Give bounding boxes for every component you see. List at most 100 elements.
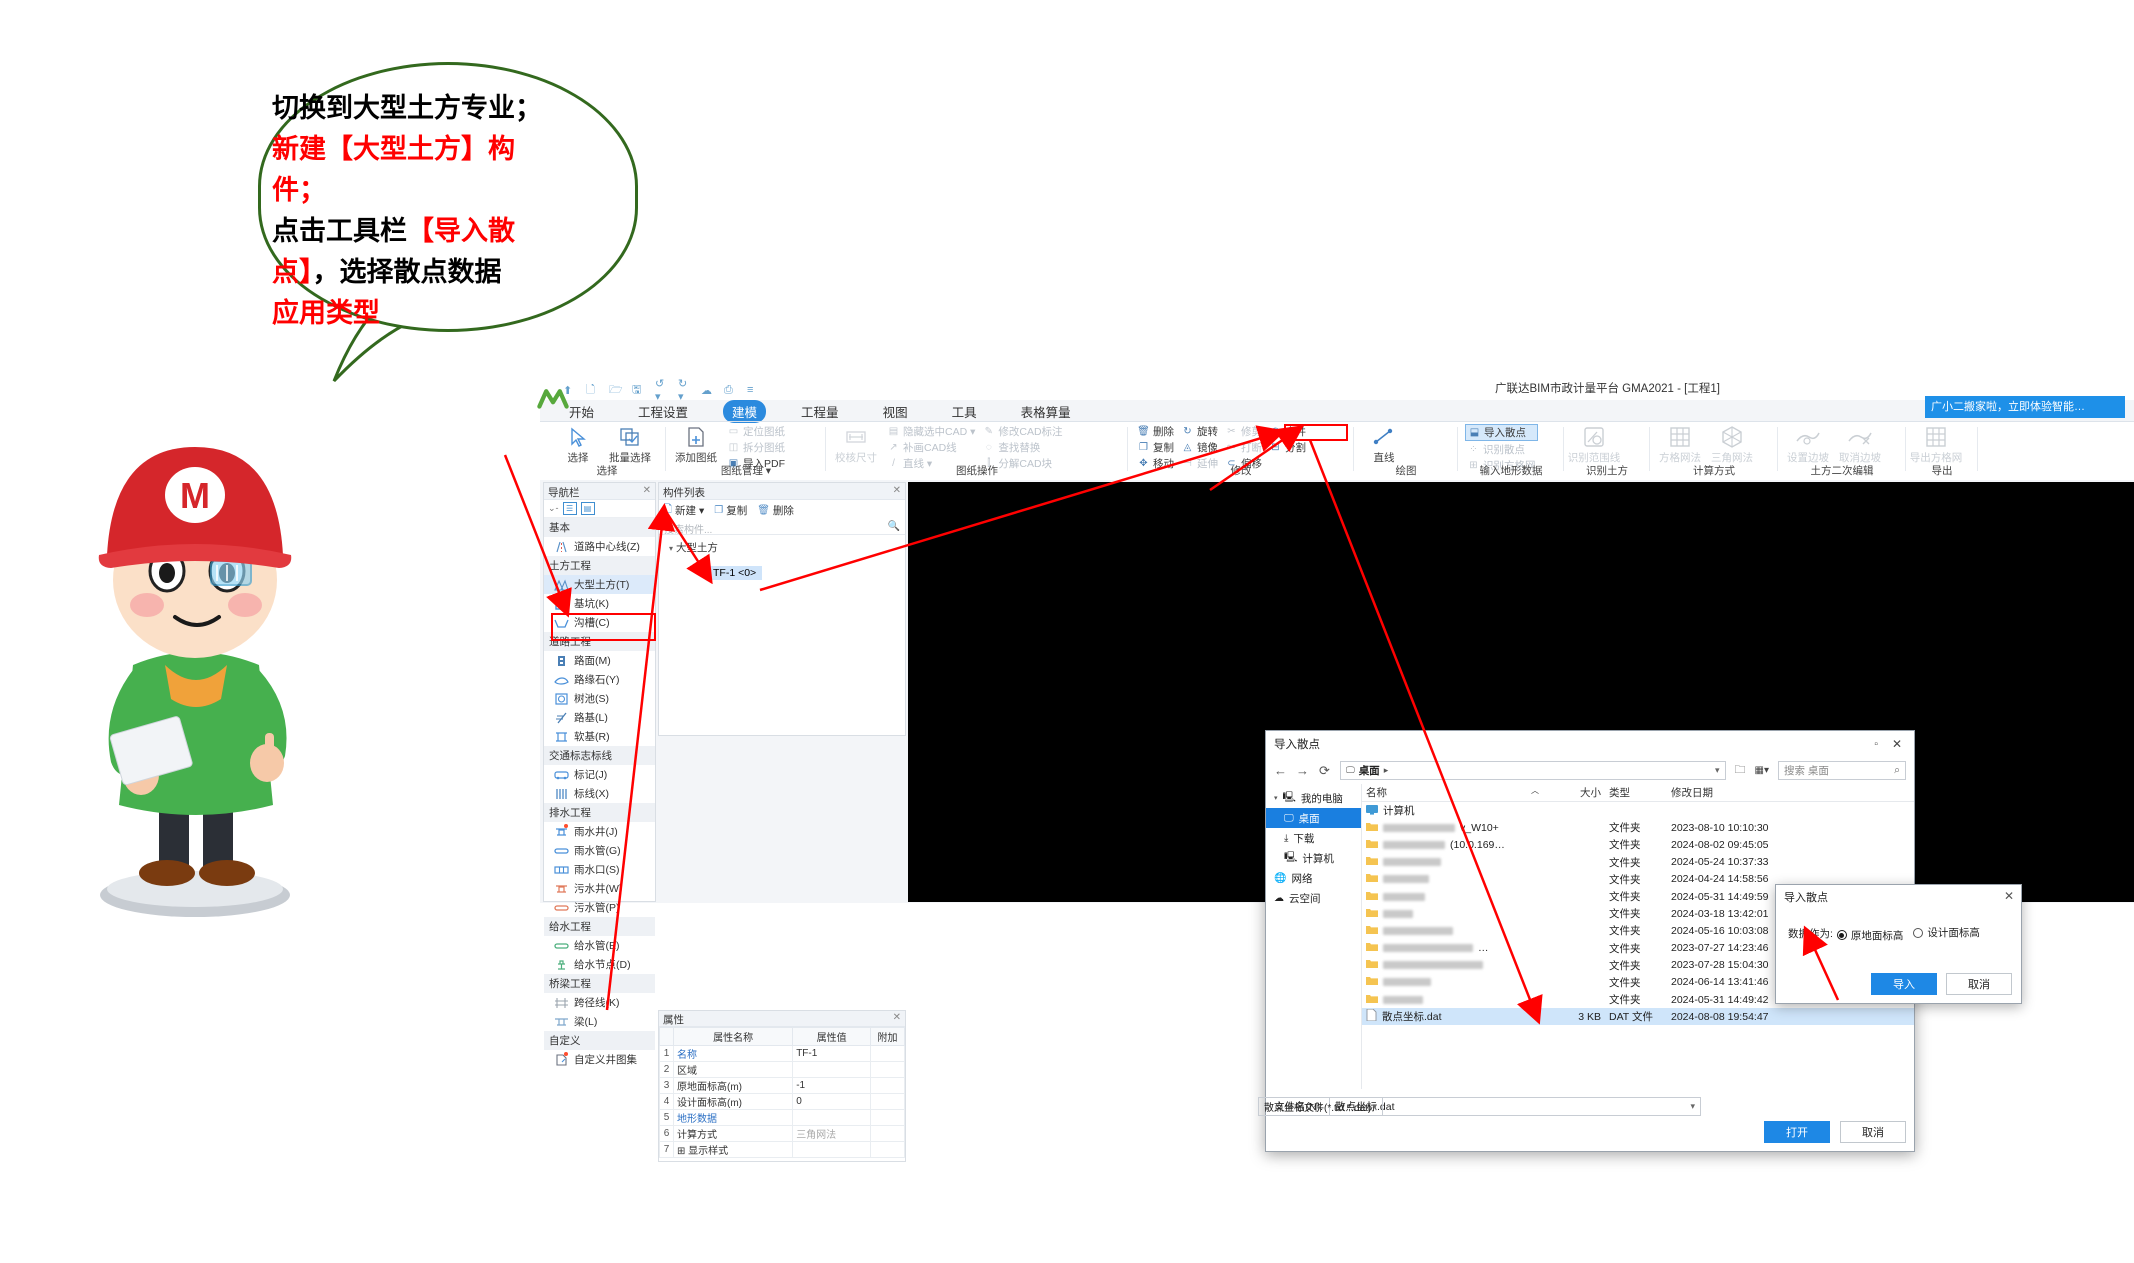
table-row[interactable]: 6 计算方式 三角网法 [659,1125,905,1142]
property-value[interactable]: TF-1 [792,1045,871,1062]
file-row[interactable]: 计算机 [1362,802,1914,819]
filename-input[interactable]: 散点坐标.dat ▾ [1329,1097,1701,1116]
save-icon[interactable]: 🖫 [632,383,646,397]
ribbon-button-split-drawing-icon[interactable]: ◫ 拆分图纸 [725,440,787,455]
component-list-toolbar[interactable]: 🗋 新建 ▾ ❐ 复制 🗑 删除 [659,500,905,520]
file-row[interactable]: (10.0.169… 文件夹 2024-08-02 09:45:05 [1362,836,1914,853]
file-sidebar-item-4[interactable]: 🌐 网络 [1266,868,1361,888]
close-icon[interactable]: ✕ [1892,737,1902,751]
file-list-columns[interactable]: 名称 ︿ 大小 类型 修改日期 [1362,784,1914,802]
property-extra[interactable] [870,1061,905,1078]
chevron-down-icon[interactable]: ▾ [1274,794,1278,802]
sidebar-item-pavement[interactable]: 路面(M) [544,651,655,670]
import-cancel-button[interactable]: 取消 [1946,973,2012,995]
ribbon-tabs[interactable]: 开始 工程设置 建模 工程量 视图 工具 表格算量 [560,399,1080,423]
ribbon-button-delete-icon[interactable]: 🗑 删除 [1135,424,1176,439]
file-sidebar-item-5[interactable]: ☁ 云空间 [1266,888,1361,908]
sidebar-item-foundation-pit[interactable]: 基坑(K) [544,594,655,613]
ribbon-button-cursor-icon[interactable]: 选择 [552,424,604,465]
chevron-down-icon[interactable]: ▾ [1372,1101,1377,1112]
promo-banner[interactable]: 广小二搬家啦，立即体验智能… [1925,396,2125,418]
file-dialog-sidebar[interactable]: ▾ 🖳 我的电脑 🖵 桌面 ⤓ 下载 🖳 计算机 🌐 网络 ☁ 云空间 [1266,784,1361,1089]
table-row[interactable]: 2 区域 [659,1061,905,1078]
ribbon-button-recognize-boundary-icon[interactable]: 识别范围线 [1568,424,1620,465]
file-dialog-navbar[interactable]: ← → ⟳ 🖵 桌面 ▸ ▾ 🗀 ▦▾ 搜索 桌面 ⌕ [1266,757,1914,784]
sidebar-item-rain-inlet[interactable]: 雨水口(S) [544,860,655,879]
file-sidebar-item-2[interactable]: ⤓ 下载 [1266,828,1361,848]
ribbon-button-locate-drawing-icon[interactable]: ▭ 定位图纸 [725,424,787,439]
sidebar-item-rain-well[interactable]: 雨水井(J) [544,822,655,841]
sidebar-item-water-node[interactable]: 给水节点(D) [544,955,655,974]
ribbon-button-hide-cad-icon[interactable]: ▤ 隐藏选中CAD ▾ [885,424,977,439]
table-row[interactable]: 3 原地面标高(m) -1 [659,1077,905,1094]
sidebar-item-large-earthwork[interactable]: 大型土方(T) [544,575,655,594]
back-arrow-icon[interactable]: ← [1274,763,1287,778]
ribbon-button-copy-icon[interactable]: ❐ 复制 [1135,440,1176,455]
ribbon-button-check-dimension-icon[interactable]: 校核尺寸 [830,424,882,465]
sidebar-item-road-centerline[interactable]: 道路中心线(Z) [544,537,655,556]
navigator-panel[interactable]: 导航栏 ✕ ⌄- ☰ ▤ 基本 道路中心线(Z) 土方工程 大型土方(T) 基坑(K) 沟… [543,482,656,1066]
import-points-dialog[interactable]: 导入散点 ✕ 数据作为: 原地面标高 设计面标高 导入 取消 [1775,884,2022,1004]
sidebar-item-water-supply-pipe[interactable]: 给水管(E) [544,936,655,955]
tab-6[interactable]: 表格算量 [1012,400,1080,423]
new-folder-icon[interactable]: 🗀 [1735,761,1746,780]
property-extra[interactable] [870,1141,905,1158]
sidebar-item-span-line[interactable]: 跨径线(K) [544,993,655,1012]
property-extra[interactable] [870,1109,905,1126]
radio-option-1[interactable]: 设计面标高 [1913,925,1980,940]
ribbon-button-trim-icon[interactable]: ✂ 修剪 [1223,424,1264,439]
ribbon-button-find-replace-icon[interactable]: ◌ 查找替换 [980,440,1064,455]
ribbon-button-cancel-slope-icon[interactable]: 取消边坡 [1834,424,1886,465]
sidebar-item-curb[interactable]: 路缘石(Y) [544,670,655,689]
properties-body[interactable]: 1 名称 TF-1 2 区域 3 原地面标高(m) -1 4 设计面标高(m) 0 5 地形数据 6 计算方… [659,1045,905,1158]
component-new-button[interactable]: 🗋 新建 ▾ [664,502,704,519]
property-value[interactable]: -1 [792,1077,871,1094]
file-column-header-1[interactable]: 大小 [1547,785,1605,800]
import-confirm-button[interactable]: 导入 [1871,973,1937,995]
view-options-icon[interactable]: ▦▾ [1755,765,1769,776]
undo-icon[interactable]: ↺ ▾ [655,378,669,403]
path-breadcrumb[interactable]: 🖵 桌面 ▸ ▾ [1340,761,1726,780]
component-copy-button[interactable]: ❐ 复制 [714,503,747,518]
close-icon[interactable]: ✕ [2004,889,2014,903]
file-type-filter[interactable]: 散点坐标文件(*.txt *.dat) ▾ [1258,1097,1383,1116]
navigator-tree[interactable]: 基本 道路中心线(Z) 土方工程 大型土方(T) 基坑(K) 沟槽(C) 道路工程 路面(M)… [544,518,655,1069]
file-sidebar-item-1[interactable]: 🖵 桌面 [1266,808,1361,828]
ribbon-button-split-icon[interactable]: ⊟ 分割 [1267,440,1308,455]
tab-3[interactable]: 工程量 [792,400,848,423]
maximize-icon[interactable]: ▫ [1874,739,1878,750]
chevron-down-icon[interactable]: ▾ [1715,765,1720,776]
component-list-panel[interactable]: 构件列表 ✕ 🗋 新建 ▾ ❐ 复制 🗑 删除 搜索构件... 🔍 ▾ 大型土方 TF-1… [658,482,906,736]
forward-arrow-icon[interactable]: → [1296,763,1309,778]
file-row[interactable]: 散点坐标.dat 3 KB DAT 文件 2024-08-08 19:54:47 [1362,1008,1914,1026]
cloud-icon[interactable]: ☁ [701,383,715,397]
tab-4[interactable]: 视图 [874,400,917,423]
component-tree-root[interactable]: ▾ 大型土方 [659,535,905,555]
file-column-header-3[interactable]: 修改日期 [1667,785,1807,800]
ribbon-button-edit-cad-annotation-icon[interactable]: ✎ 修改CAD标注 [980,424,1064,439]
ribbon-button-triangle-method-icon[interactable]: 三角网法 [1706,424,1758,465]
sidebar-item-subgrade[interactable]: 路基(L) [544,708,655,727]
refresh-icon[interactable]: ⟳ [1318,763,1331,779]
tab-2[interactable]: 建模 [723,399,767,423]
collapse-icon[interactable]: ⌄- [548,503,559,514]
property-value[interactable]: 0 [792,1093,871,1110]
property-value[interactable] [792,1141,871,1158]
radio-option-0[interactable]: 原地面标高 [1836,928,1903,943]
chevron-down-icon[interactable]: ▾ [1690,1101,1695,1112]
file-row[interactable]: 文件夹 2024-05-24 10:37:33 [1362,854,1914,871]
ribbon-button-mirror-icon[interactable]: ◬ 镜像 [1179,440,1220,455]
sidebar-item-traffic-sign[interactable]: 标记(J) [544,765,655,784]
tab-5[interactable]: 工具 [943,400,986,423]
sidebar-item-tree-pit[interactable]: 树池(S) [544,689,655,708]
import-dialog-body[interactable]: 数据作为: 原地面标高 设计面标高 [1776,909,2021,943]
table-row[interactable]: 1 名称 TF-1 [659,1045,905,1062]
ribbon-button-batch-select-icon[interactable]: 批量选择 [604,424,656,465]
ribbon-button-import-points-icon[interactable]: ⬓ 导入散点 [1465,424,1538,441]
detail-view-icon[interactable]: ▤ [580,502,595,515]
component-tree-item-tf1[interactable]: TF-1 <0> [707,566,763,580]
properties-table[interactable]: 属性名称 属性值 附加 1 名称 TF-1 2 区域 3 原地面标高(m) -1 4 设计面标高(m)… [659,1027,905,1158]
sidebar-item-soft-base[interactable]: 软基(R) [544,727,655,746]
close-icon[interactable]: ✕ [893,485,901,496]
sidebar-item-sewage-pipe[interactable]: 污水管(P) [544,898,655,917]
